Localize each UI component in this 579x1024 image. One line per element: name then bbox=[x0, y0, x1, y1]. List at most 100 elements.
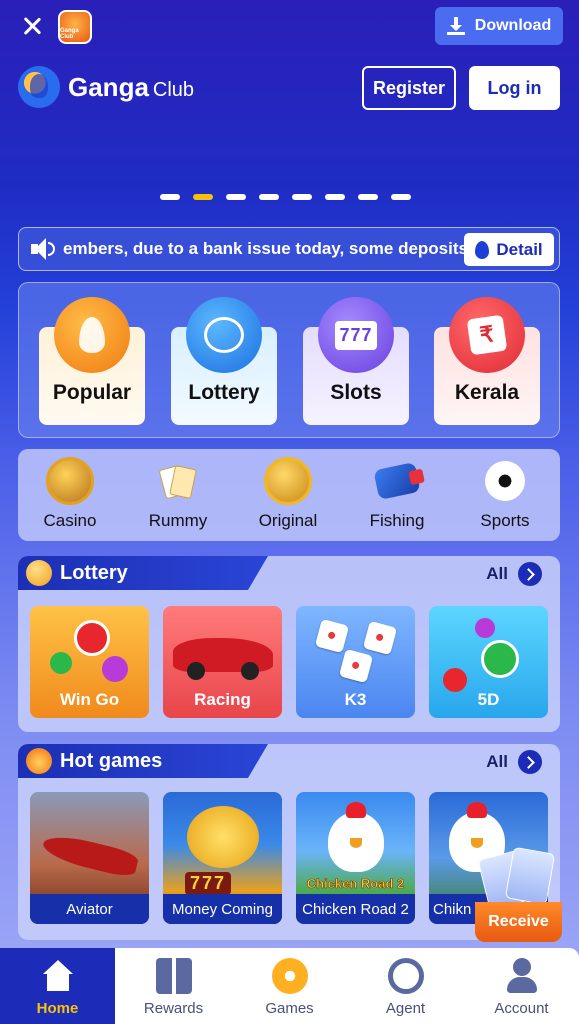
banner-dot[interactable] bbox=[292, 194, 312, 200]
nav-rewards[interactable]: Rewards bbox=[116, 948, 231, 1024]
receive-label: Receive bbox=[475, 902, 562, 942]
section-title: Lottery bbox=[60, 561, 128, 584]
banner-dot[interactable] bbox=[325, 194, 345, 200]
notice-bar: embers, due to a bank issue today, some … bbox=[18, 227, 560, 271]
nav-label: Agent bbox=[385, 1000, 426, 1017]
sub-category-sports[interactable]: Sports bbox=[455, 457, 555, 537]
lottery-ball-icon bbox=[475, 618, 495, 638]
banner-dot[interactable] bbox=[226, 194, 246, 200]
dice-icon bbox=[314, 618, 350, 654]
lottery-ball-icon bbox=[74, 620, 110, 656]
login-button[interactable]: Log in bbox=[469, 66, 560, 110]
sub-category-fishing[interactable]: Fishing bbox=[347, 457, 447, 537]
game-card-label: 5D bbox=[477, 690, 500, 709]
top-bar: Ganga Club Download bbox=[0, 0, 579, 56]
sub-category-label: Sports bbox=[480, 511, 530, 530]
game-card-racing[interactable]: Racing bbox=[163, 606, 282, 718]
game-card-chicken-road-2[interactable]: Chicken Road 2 Chicken Road 2 bbox=[296, 792, 415, 924]
category-label: Lottery bbox=[188, 381, 260, 404]
app-icon-label: Ganga Club bbox=[60, 28, 79, 40]
agent-icon bbox=[387, 958, 424, 994]
gift-icon bbox=[155, 958, 192, 994]
nav-label: Games bbox=[265, 1000, 314, 1017]
hot-games-all-button[interactable]: All bbox=[486, 750, 542, 774]
game-card-win-go[interactable]: Win Go bbox=[30, 606, 149, 718]
all-label: All bbox=[486, 564, 508, 583]
download-label: Download bbox=[474, 17, 552, 34]
game-card-label: Chicken Road 2 bbox=[296, 894, 415, 924]
nav-label: Rewards bbox=[143, 1000, 204, 1017]
game-card-5d[interactable]: 5D bbox=[429, 606, 548, 718]
banner-pagination bbox=[160, 194, 411, 200]
detail-label: Detail bbox=[496, 239, 543, 259]
dice-icon bbox=[362, 620, 398, 656]
home-icon bbox=[40, 958, 76, 994]
sub-category-label: Original bbox=[258, 511, 318, 530]
fire-icon bbox=[26, 748, 52, 774]
sub-category-casino[interactable]: Casino bbox=[20, 457, 120, 537]
game-card-label: Win Go bbox=[59, 690, 120, 709]
category-label: Slots bbox=[330, 381, 382, 404]
brand-logo[interactable]: Ganga Club bbox=[18, 64, 194, 110]
sub-category-rummy[interactable]: Rummy bbox=[128, 457, 228, 537]
game-art-title: Chicken Road 2 bbox=[306, 876, 405, 892]
money-tree-icon bbox=[187, 806, 259, 868]
category-label: Popular bbox=[52, 381, 132, 404]
section-title: Hot games bbox=[60, 749, 163, 772]
sub-category-label: Rummy bbox=[148, 511, 208, 530]
nav-games[interactable]: Games bbox=[232, 948, 347, 1024]
lottery-section: Lottery All Win Go Racing K3 5D bbox=[18, 556, 560, 732]
nav-home[interactable]: Home bbox=[0, 948, 115, 1024]
banner-dot[interactable] bbox=[259, 194, 279, 200]
category-label: Kerala bbox=[454, 381, 520, 404]
games-icon bbox=[271, 958, 308, 994]
drop-icon bbox=[475, 240, 490, 259]
lottery-ball-icon bbox=[481, 640, 519, 678]
download-button[interactable]: Download bbox=[435, 7, 563, 45]
lottery-ball-icon bbox=[443, 668, 467, 692]
banner-dot[interactable] bbox=[160, 194, 180, 200]
nav-account[interactable]: Account bbox=[464, 948, 579, 1024]
app-icon: Ganga Club bbox=[58, 10, 92, 44]
lottery-ball-icon bbox=[102, 656, 128, 682]
download-icon bbox=[446, 17, 465, 35]
game-card-k3[interactable]: K3 bbox=[296, 606, 415, 718]
sub-category-original[interactable]: Original bbox=[238, 457, 338, 537]
lottery-all-button[interactable]: All bbox=[486, 562, 542, 586]
airplane-icon bbox=[40, 830, 140, 880]
close-icon[interactable] bbox=[18, 12, 46, 40]
game-card-money-coming[interactable]: 777 Money Coming bbox=[163, 792, 282, 924]
speaker-icon bbox=[31, 238, 57, 260]
sub-category-label: Fishing bbox=[369, 511, 425, 530]
nav-label: Account bbox=[494, 1000, 549, 1017]
detail-button[interactable]: Detail bbox=[464, 233, 554, 266]
game-card-label: K3 bbox=[344, 690, 367, 709]
banner-dot[interactable] bbox=[358, 194, 378, 200]
game-card-label: Racing bbox=[194, 690, 251, 709]
section-header: Hot games bbox=[18, 744, 268, 778]
nav-agent[interactable]: Agent bbox=[348, 948, 463, 1024]
game-card-label: Money Coming bbox=[163, 894, 282, 924]
rummy-cards-icon bbox=[154, 457, 202, 505]
slots-777-icon: 777 bbox=[318, 297, 394, 373]
sub-category-label: Casino bbox=[43, 511, 97, 530]
flame-icon bbox=[54, 297, 130, 373]
receive-floating-button[interactable]: Receive bbox=[475, 846, 562, 942]
game-card-aviator[interactable]: Aviator bbox=[30, 792, 149, 924]
chicken-icon bbox=[328, 802, 384, 872]
section-header: Lottery bbox=[18, 556, 268, 590]
lottery-ball-icon bbox=[50, 652, 72, 674]
race-car-icon bbox=[173, 638, 273, 680]
crown-coin-icon bbox=[264, 457, 312, 505]
banner-dot[interactable] bbox=[391, 194, 411, 200]
account-icon bbox=[504, 958, 540, 994]
chevron-right-icon bbox=[518, 750, 542, 774]
banner-dot-active[interactable] bbox=[193, 194, 213, 200]
nav-label: Home bbox=[36, 1000, 79, 1017]
casino-chip-icon bbox=[46, 457, 94, 505]
soccer-ball-icon bbox=[481, 457, 529, 505]
dice-icon bbox=[338, 648, 374, 684]
slot-777-art: 777 bbox=[185, 872, 232, 895]
main-categories: Popular Lottery Slots Kerala 777 ₹ bbox=[18, 282, 560, 438]
register-button[interactable]: Register bbox=[362, 66, 456, 110]
